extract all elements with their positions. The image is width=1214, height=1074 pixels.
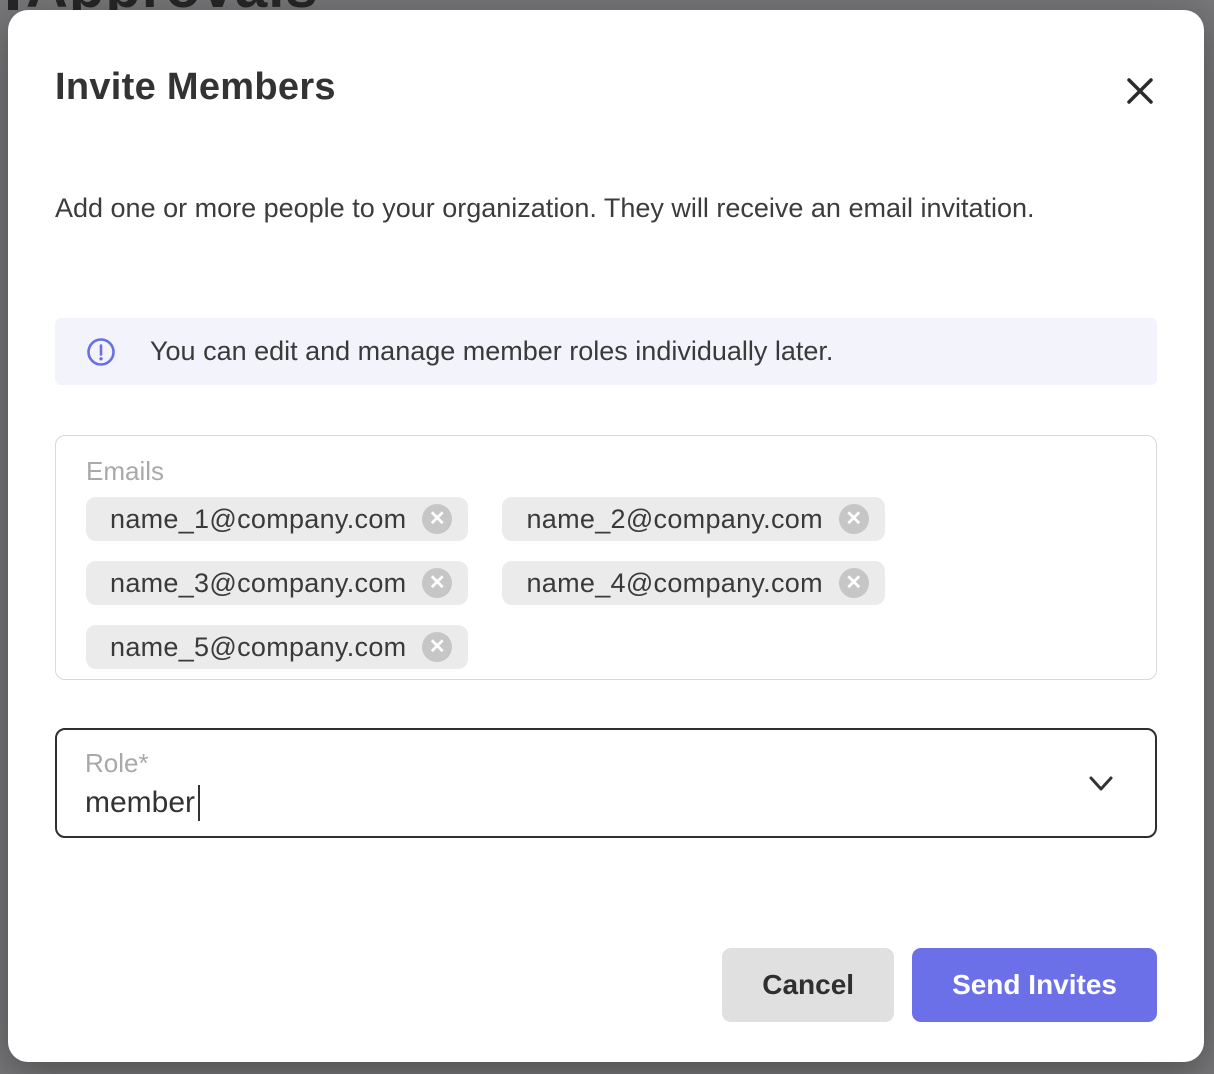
email-chip-label: name_5@company.com: [110, 632, 406, 663]
close-button[interactable]: [1120, 72, 1160, 112]
email-chip: name_1@company.com ✕: [86, 497, 468, 541]
email-chip-label: name_2@company.com: [526, 504, 822, 535]
email-chip: name_5@company.com ✕: [86, 625, 468, 669]
email-chip: name_2@company.com ✕: [502, 497, 884, 541]
invite-members-dialog: Invite Members Add one or more people to…: [8, 10, 1204, 1062]
remove-email-icon[interactable]: ✕: [422, 632, 452, 662]
text-cursor: [198, 785, 200, 821]
email-chip-label: name_4@company.com: [526, 568, 822, 599]
email-chip: name_3@company.com ✕: [86, 561, 468, 605]
role-field-label: Role*: [85, 748, 1127, 779]
email-chip-label: name_1@company.com: [110, 504, 406, 535]
send-invites-button[interactable]: Send Invites: [912, 948, 1157, 1022]
emails-field-label: Emails: [86, 456, 1126, 487]
info-icon: [86, 337, 116, 367]
dialog-title: Invite Members: [55, 66, 336, 109]
role-field-value: member: [85, 785, 1127, 821]
email-chip-list: name_1@company.com ✕ name_2@company.com …: [86, 497, 1126, 669]
role-value-text: member: [85, 786, 195, 820]
dialog-actions: Cancel Send Invites: [722, 948, 1157, 1022]
remove-email-icon[interactable]: ✕: [422, 568, 452, 598]
email-chip: name_4@company.com ✕: [502, 561, 884, 605]
chevron-down-icon[interactable]: [1083, 772, 1119, 801]
email-chip-label: name_3@company.com: [110, 568, 406, 599]
cancel-button[interactable]: Cancel: [722, 948, 894, 1022]
remove-email-icon[interactable]: ✕: [839, 568, 869, 598]
close-icon: [1123, 74, 1157, 111]
dialog-description: Add one or more people to your organizat…: [55, 187, 1075, 229]
role-field[interactable]: Role* member: [55, 728, 1157, 838]
remove-email-icon[interactable]: ✕: [839, 504, 869, 534]
remove-email-icon[interactable]: ✕: [422, 504, 452, 534]
notice-text: You can edit and manage member roles ind…: [150, 336, 833, 367]
emails-field[interactable]: Emails name_1@company.com ✕ name_2@compa…: [55, 435, 1157, 680]
notice-banner: You can edit and manage member roles ind…: [55, 318, 1157, 385]
